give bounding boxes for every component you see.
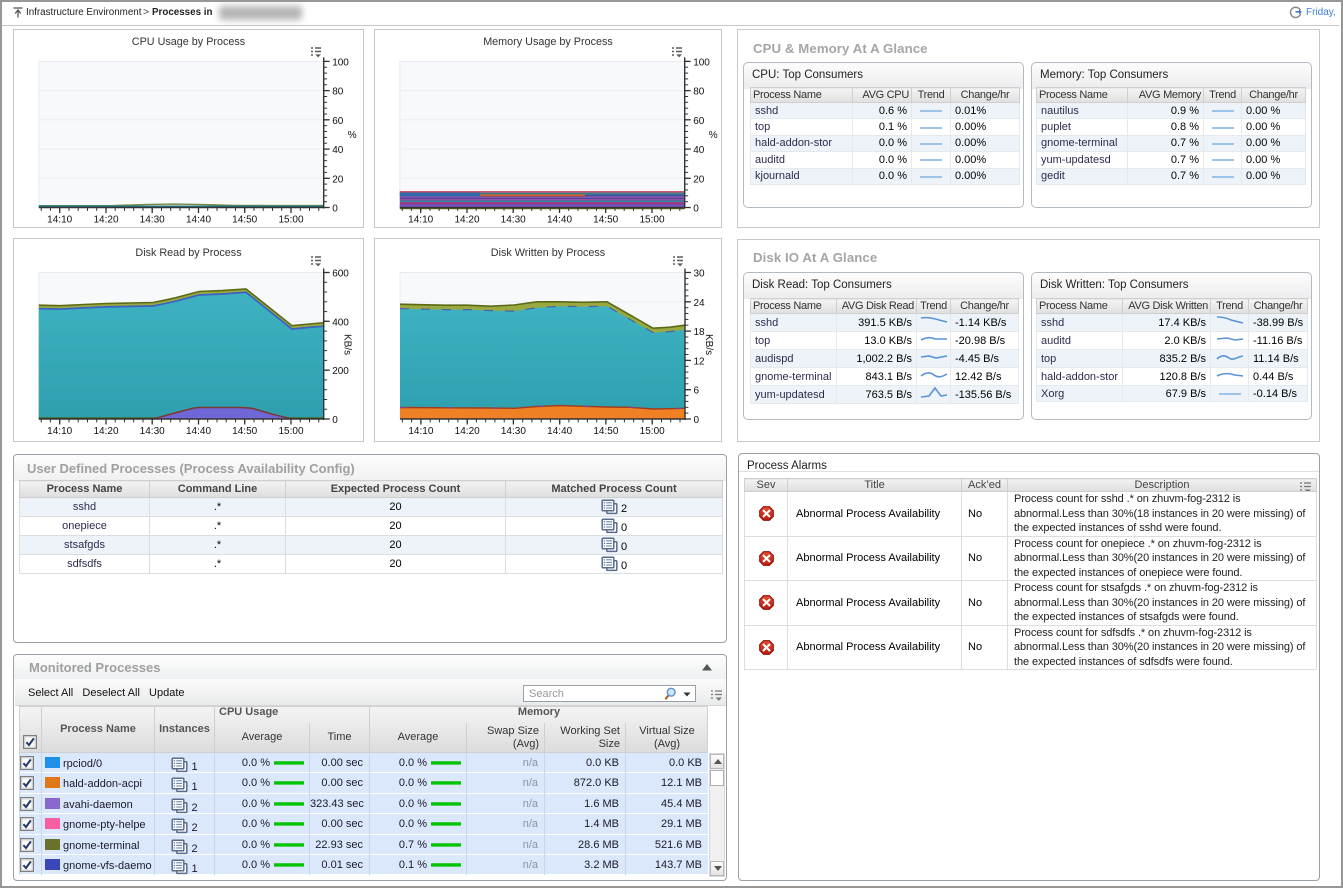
svg-text:14:20: 14:20 — [93, 426, 118, 437]
svg-text:KB/s: KB/s — [703, 334, 714, 355]
svg-text:0: 0 — [332, 204, 338, 215]
svg-text:600: 600 — [332, 269, 349, 280]
svg-text:14:40: 14:40 — [186, 426, 211, 437]
svg-text:15:00: 15:00 — [639, 215, 664, 226]
svg-text:KB/s: KB/s — [342, 334, 353, 355]
svg-text:60: 60 — [332, 116, 344, 127]
svg-text:%: % — [348, 130, 357, 141]
svg-text:100: 100 — [693, 57, 710, 68]
svg-text:400: 400 — [332, 317, 349, 328]
svg-text:14:50: 14:50 — [232, 215, 257, 226]
svg-text:14:50: 14:50 — [232, 426, 257, 437]
svg-text:%: % — [709, 130, 718, 141]
svg-text:14:20: 14:20 — [93, 215, 118, 226]
svg-text:200: 200 — [332, 366, 349, 377]
svg-text:0: 0 — [693, 204, 699, 215]
svg-text:14:30: 14:30 — [140, 426, 165, 437]
svg-text:15:00: 15:00 — [640, 426, 665, 437]
svg-text:60: 60 — [693, 116, 705, 127]
svg-text:14:30: 14:30 — [501, 215, 526, 226]
svg-text:15:00: 15:00 — [278, 426, 303, 437]
svg-text:14:50: 14:50 — [593, 426, 618, 437]
svg-text:20: 20 — [332, 174, 344, 185]
svg-text:14:10: 14:10 — [408, 426, 433, 437]
svg-text:80: 80 — [332, 87, 344, 98]
svg-text:14:40: 14:40 — [547, 426, 572, 437]
svg-text:14:40: 14:40 — [186, 215, 211, 226]
svg-text:15:00: 15:00 — [278, 215, 303, 226]
svg-text:6: 6 — [694, 386, 700, 397]
svg-text:0: 0 — [332, 415, 338, 426]
svg-text:14:30: 14:30 — [140, 215, 165, 226]
svg-text:14:20: 14:20 — [454, 215, 479, 226]
svg-text:14:40: 14:40 — [547, 215, 572, 226]
svg-text:80: 80 — [693, 87, 705, 98]
svg-text:14:20: 14:20 — [455, 426, 480, 437]
svg-text:14:10: 14:10 — [47, 215, 72, 226]
svg-text:24: 24 — [694, 298, 706, 309]
svg-text:14:10: 14:10 — [47, 426, 72, 437]
svg-text:14:50: 14:50 — [593, 215, 618, 226]
svg-text:14:10: 14:10 — [408, 215, 433, 226]
svg-text:30: 30 — [694, 269, 706, 280]
svg-text:12: 12 — [694, 356, 706, 367]
svg-text:14:30: 14:30 — [501, 426, 526, 437]
svg-text:40: 40 — [693, 145, 705, 156]
svg-text:40: 40 — [332, 145, 344, 156]
svg-text:20: 20 — [693, 174, 705, 185]
svg-text:0: 0 — [694, 415, 700, 426]
svg-text:100: 100 — [332, 57, 349, 68]
